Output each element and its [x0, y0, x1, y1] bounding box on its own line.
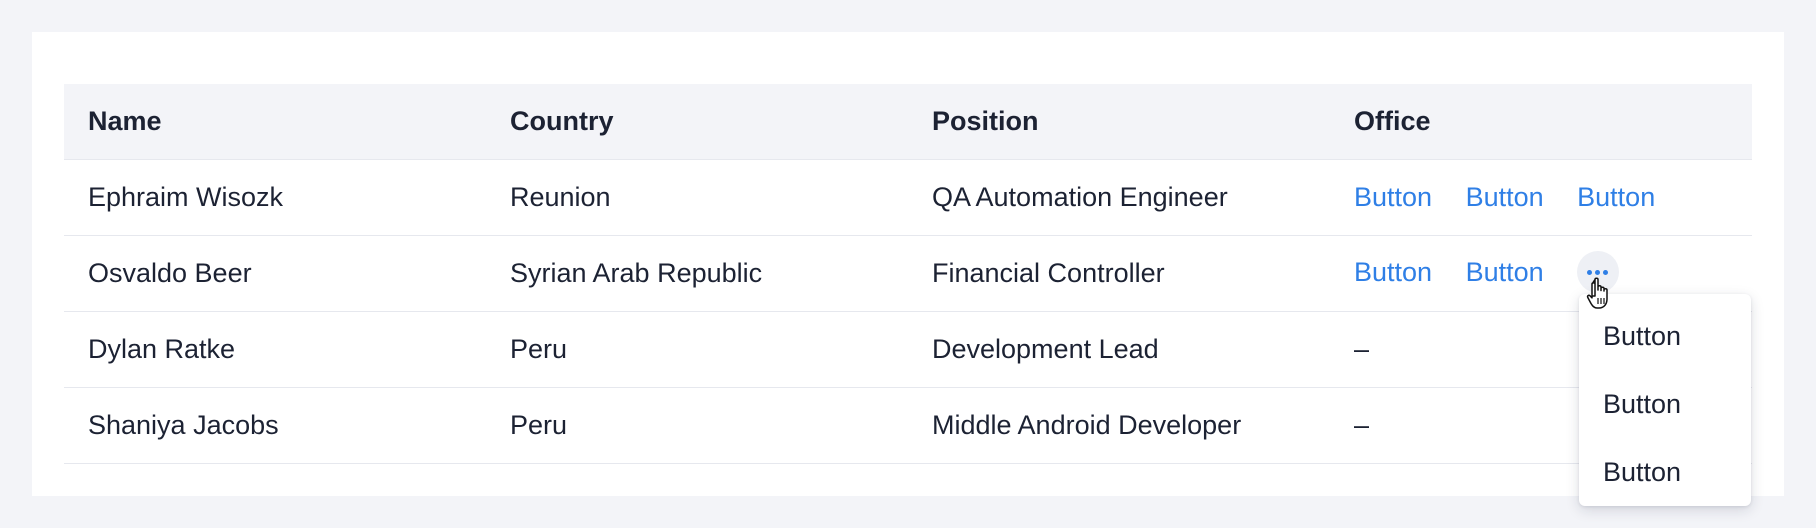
more-dot — [1595, 269, 1601, 275]
cell-country: Reunion — [486, 159, 908, 236]
cell-position: Middle Android Developer — [908, 387, 1330, 464]
cell-position: Financial Controller — [908, 235, 1330, 312]
row-action-button[interactable]: Button — [1577, 182, 1655, 212]
row-action-button[interactable]: Button — [1466, 257, 1544, 287]
cell-name: Ephraim Wisozk — [64, 159, 486, 236]
data-table: Name Country Position Office Ephraim Wis… — [64, 84, 1752, 464]
table-header-row: Name Country Position Office — [64, 84, 1752, 160]
cell-position: QA Automation Engineer — [908, 159, 1330, 236]
cell-country: Peru — [486, 387, 908, 464]
actions-dropdown-menu: Button Button Button — [1579, 294, 1751, 506]
table-row: Osvaldo Beer Syrian Arab Republic Financ… — [64, 235, 1752, 312]
row-action-button[interactable]: Button — [1466, 182, 1544, 212]
more-dot — [1587, 269, 1593, 275]
column-header-country: Country — [486, 84, 908, 160]
column-header-name: Name — [64, 84, 486, 160]
cell-actions: Button Button Button — [1330, 159, 1752, 236]
cell-name: Shaniya Jacobs — [64, 387, 486, 464]
row-action-button[interactable]: Button — [1354, 257, 1432, 287]
cell-name: Osvaldo Beer — [64, 235, 486, 312]
dropdown-item[interactable]: Button — [1579, 302, 1751, 370]
column-header-position: Position — [908, 84, 1330, 160]
cell-position: Development Lead — [908, 311, 1330, 388]
column-header-office: Office — [1330, 84, 1752, 160]
table-row: Ephraim Wisozk Reunion QA Automation Eng… — [64, 159, 1752, 236]
hand-pointer-icon — [1586, 277, 1608, 309]
dropdown-item[interactable]: Button — [1579, 370, 1751, 438]
cell-country: Peru — [486, 311, 908, 388]
table-row: Dylan Ratke Peru Development Lead – — [64, 311, 1752, 388]
more-dot — [1603, 269, 1609, 275]
dropdown-item[interactable]: Button — [1579, 438, 1751, 506]
row-action-button[interactable]: Button — [1354, 182, 1432, 212]
cell-name: Dylan Ratke — [64, 311, 486, 388]
table-row: Shaniya Jacobs Peru Middle Android Devel… — [64, 387, 1752, 464]
cell-country: Syrian Arab Republic — [486, 235, 908, 312]
table-card: Name Country Position Office Ephraim Wis… — [32, 32, 1784, 496]
